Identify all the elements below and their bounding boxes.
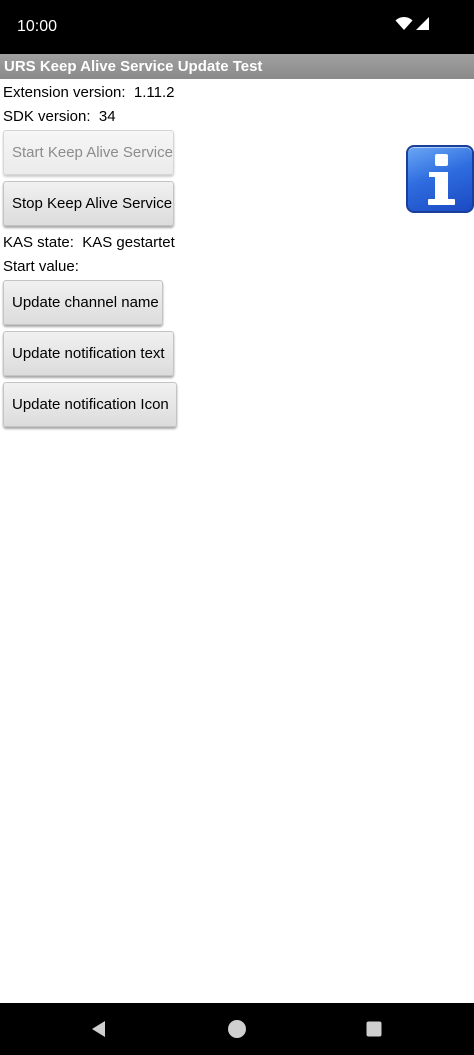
title-bar: URS Keep Alive Service Update Test	[0, 54, 474, 79]
navigation-bar	[0, 1003, 474, 1055]
home-icon[interactable]	[225, 1017, 249, 1041]
kas-state-label: KAS state:	[3, 234, 74, 251]
info-icon-foot	[428, 199, 455, 205]
extension-version-row: Extension version: 1.11.2	[3, 83, 175, 103]
status-icons	[395, 16, 430, 36]
update-notification-icon-button[interactable]: Update notification Icon	[3, 382, 177, 427]
cellular-signal-icon	[415, 16, 430, 36]
sdk-version-label: SDK version:	[3, 108, 91, 125]
kas-state-row: KAS state: KAS gestartet	[3, 233, 175, 253]
status-bar: 10:00	[0, 0, 474, 54]
update-channel-name-button[interactable]: Update channel name	[3, 280, 163, 325]
back-icon[interactable]	[87, 1017, 111, 1041]
stop-keep-alive-button[interactable]: Stop Keep Alive Service	[3, 181, 174, 226]
info-icon-dot	[435, 154, 448, 166]
app-title: URS Keep Alive Service Update Test	[4, 58, 263, 75]
info-icon[interactable]	[406, 145, 474, 213]
start-value-label: Start value:	[3, 258, 79, 275]
start-keep-alive-button[interactable]: Start Keep Alive Service	[3, 130, 174, 175]
screen: 10:00 URS Keep Alive Service Update Test…	[0, 0, 474, 1055]
start-value-row: Start value:	[3, 257, 79, 277]
sdk-version-row: SDK version: 34	[3, 107, 116, 127]
status-time: 10:00	[17, 18, 58, 35]
kas-state-value: KAS gestartet	[82, 234, 175, 251]
recents-icon[interactable]	[362, 1017, 386, 1041]
wifi-icon	[395, 16, 413, 36]
extension-version-value: 1.11.2	[133, 84, 175, 101]
extension-version-label: Extension version:	[3, 84, 126, 101]
sdk-version-value: 34	[98, 108, 116, 125]
update-notification-text-button[interactable]: Update notification text	[3, 331, 174, 376]
